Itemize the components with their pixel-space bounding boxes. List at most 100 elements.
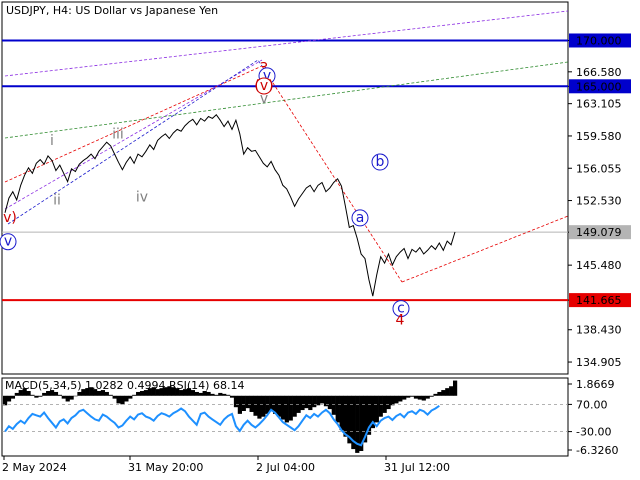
macd-bar (6, 395, 12, 402)
price-chart[interactable]: vv)iiiiiiiv3v(v)vabc4 170.000166.580165.… (0, 0, 640, 480)
macd-bar (34, 395, 39, 398)
price-tick-label: 145.480 (576, 259, 622, 272)
macd-bar (237, 395, 242, 414)
macd-bar (343, 395, 348, 437)
price-tick-label: 141.665 (576, 294, 622, 307)
macd-bar (406, 395, 411, 398)
time-tick-label: 2 Jul 04:00 (256, 461, 315, 474)
price-tick-label: 156.055 (576, 162, 622, 175)
macd-bar (280, 395, 286, 420)
macd-bar (77, 391, 82, 396)
macd-bar (206, 391, 211, 396)
macd-bar (374, 395, 379, 423)
macd-bar (194, 391, 199, 396)
macd-bar (378, 395, 383, 417)
macd-bar (312, 395, 317, 408)
macd-bar (116, 395, 121, 404)
wave-label: iv (136, 190, 148, 206)
macd-bar (409, 395, 415, 397)
macd-bar (38, 395, 43, 397)
wave-label: ii (53, 192, 61, 208)
macd-bar (128, 395, 133, 399)
macd-bar (42, 392, 47, 396)
macd-bar (265, 395, 270, 414)
macd-bar (339, 395, 344, 431)
price-tick-label: 149.079 (576, 226, 622, 239)
wave-label: v (4, 234, 12, 250)
macd-bar (386, 395, 391, 410)
macd-bar (441, 390, 446, 396)
macd-bar (417, 395, 422, 400)
macd-bar (445, 388, 450, 396)
macd-bar (53, 391, 59, 396)
price-tick-label: 159.580 (576, 130, 622, 143)
macd-bar (65, 395, 70, 402)
macd-bar (398, 395, 403, 402)
macd-bar (136, 391, 141, 396)
wave-label: a (356, 210, 365, 226)
macd-bar (429, 395, 434, 397)
macd-bar (253, 395, 258, 416)
macd-bar (69, 395, 74, 400)
wave-label: iii (112, 127, 124, 143)
macd-bar (421, 395, 426, 401)
macd-bar (335, 395, 340, 423)
macd-bar (402, 395, 407, 400)
macd-bar (229, 395, 235, 398)
macd-bar (233, 395, 239, 408)
price-tick-label: 138.430 (576, 324, 622, 337)
indicator-tick-label: 1.8669 (576, 378, 615, 391)
indicator-tick-label: -6.3260 (576, 444, 618, 457)
macd-bar (288, 395, 293, 421)
price-tick-label: 134.905 (576, 356, 622, 369)
price-tick-label: 166.580 (576, 66, 622, 79)
time-tick-label: 31 May 20:00 (128, 461, 203, 474)
macd-bar (10, 395, 16, 399)
price-tick-label: 165.000 (576, 80, 622, 93)
macd-bar (218, 392, 223, 396)
macd-bar (308, 395, 313, 411)
macd-bar (210, 393, 215, 396)
indicator-tick-label: -30.00 (576, 426, 611, 439)
macd-bar (214, 394, 219, 396)
macd-bar (14, 392, 19, 396)
wave-label: i (50, 133, 54, 149)
macd-bar (112, 395, 117, 399)
time-tick-label: 2 May 2024 (2, 461, 67, 474)
macd-bar (257, 395, 262, 419)
wave-label: b (376, 154, 385, 170)
price-tick-label: 152.530 (576, 195, 622, 208)
macd-bar (449, 386, 454, 396)
chart-title: USDJPY, H4: US Dollar vs Japanese Yen (6, 4, 218, 17)
macd-bar (437, 391, 442, 396)
wave-label: v) (3, 210, 17, 226)
price-tick-label: 170.000 (576, 34, 622, 47)
macd-bar (433, 393, 438, 396)
macd-bar (108, 394, 113, 396)
macd-bar (124, 395, 129, 402)
macd-bar (327, 395, 332, 410)
wave-label: v (260, 91, 268, 107)
macd-bar (198, 392, 203, 396)
wave-label: 4 (396, 313, 405, 329)
macd-bar (104, 391, 109, 396)
indicator-title: MACD(5,34,5) 1.0282 0.4994 RSI(14) 68.14 (5, 379, 244, 392)
macd-bar (226, 394, 231, 396)
macd-bar (245, 395, 250, 409)
macd-bar (413, 395, 419, 399)
macd-bar (453, 380, 458, 396)
macd-bar (3, 395, 8, 406)
macd-bar (241, 395, 246, 412)
macd-bar (132, 394, 137, 396)
macd-bar (73, 395, 78, 397)
macd-bar (319, 395, 325, 404)
macd-bar (249, 395, 254, 412)
macd-bar (304, 395, 309, 409)
macd-bar (394, 395, 399, 404)
macd-bar (300, 395, 305, 411)
macd-bar (30, 394, 35, 396)
macd-bar (222, 393, 227, 396)
indicator-tick-label: 70.00 (576, 398, 608, 411)
macd-bar (292, 395, 297, 417)
macd-bar (284, 395, 289, 423)
